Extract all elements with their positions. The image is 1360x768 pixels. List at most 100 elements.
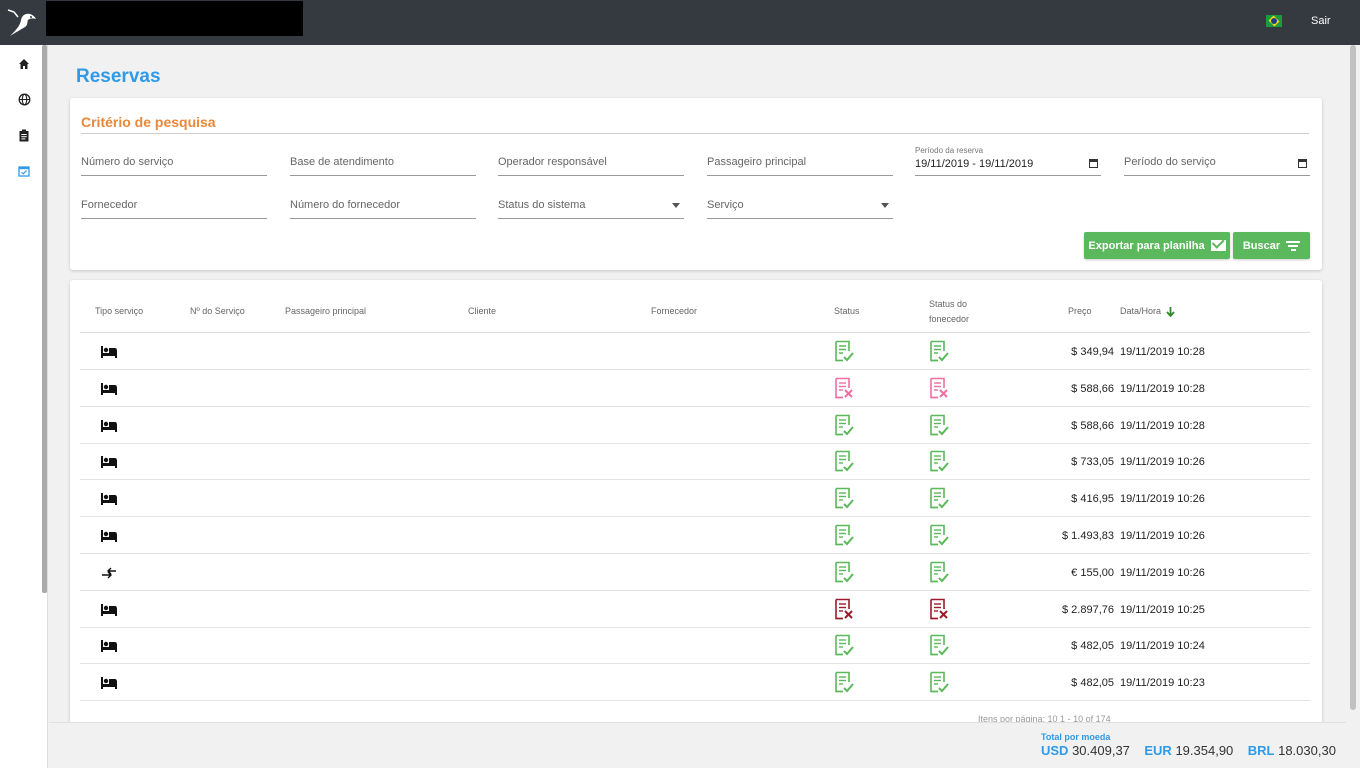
total-currency: BRL [1247, 743, 1275, 758]
supplier-status-ok-icon[interactable] [929, 561, 951, 588]
col-header-client[interactable]: Cliente [468, 304, 496, 319]
supplier-status-ok-icon[interactable] [929, 340, 951, 367]
sidebar [0, 45, 48, 768]
col-header-supplier-status[interactable]: Status do fonecedor [929, 297, 969, 327]
table-row[interactable]: $ 416,95 19/11/2019 10:26 [80, 480, 1310, 518]
table-row[interactable]: $ 588,66 19/11/2019 10:28 [80, 407, 1310, 444]
table-row[interactable]: $ 349,94 19/11/2019 10:28 [80, 333, 1310, 370]
export-spreadsheet-button[interactable]: Exportar para planilha [1084, 232, 1230, 259]
main-passenger-input[interactable]: Passageiro principal [707, 148, 893, 176]
table-row[interactable]: $ 482,05 19/11/2019 10:24 [80, 627, 1310, 665]
supplier-status-ok-icon[interactable] [929, 414, 951, 441]
sidebar-item-reservations[interactable] [14, 161, 34, 181]
col-header-service-type[interactable]: Tipo serviço [95, 304, 143, 319]
totals-values: USD 30.409,37 EUR 19.354,90 BRL 18.030,3… [1041, 743, 1336, 758]
sidebar-scrollbar[interactable] [42, 45, 47, 593]
hotel-bed-icon [101, 676, 117, 694]
search-button-label: Buscar [1242, 239, 1281, 252]
status-error-icon[interactable] [834, 598, 856, 625]
status-ok-icon[interactable] [834, 561, 856, 588]
col-header-price[interactable]: Preço [1068, 304, 1092, 319]
globe-icon [18, 93, 30, 105]
calendar-check-icon [18, 166, 30, 177]
system-status-placeholder: Status do sistema [498, 199, 586, 211]
supplier-status-ok-icon[interactable] [929, 487, 951, 514]
col-header-datetime[interactable]: Data/Hora [1120, 304, 1175, 319]
supplier-status-error-icon[interactable] [929, 598, 951, 625]
table-row[interactable]: € 155,00 19/11/2019 10:26 [80, 554, 1310, 591]
service-base-input[interactable]: Base de atendimento [290, 148, 476, 176]
operator-input[interactable]: Operador responsável [498, 148, 684, 176]
system-status-select[interactable]: Status do sistema [498, 191, 684, 219]
totals-footer: Total por moeda USD 30.409,37 EUR 19.354… [49, 722, 1346, 768]
home-icon [19, 59, 29, 69]
search-button[interactable]: Buscar [1233, 232, 1310, 259]
hotel-bed-icon [101, 529, 117, 547]
calendar-icon[interactable] [1089, 159, 1098, 168]
sort-arrow-down-icon [1166, 306, 1175, 317]
page-scrollbar-thumb[interactable] [1350, 45, 1356, 710]
table-row[interactable]: $ 482,05 19/11/2019 10:23 [80, 664, 1310, 702]
chevron-down-icon [672, 203, 680, 208]
row-price: $ 1.493,83 [1062, 530, 1114, 542]
service-period-placeholder: Período do serviço [1124, 156, 1216, 168]
filter-icon [1286, 240, 1301, 251]
status-cancelled-icon[interactable] [834, 377, 856, 404]
results-card: Tipo serviço Nº do Serviço Passageiro pr… [70, 280, 1322, 730]
table-row[interactable]: $ 588,66 19/11/2019 10:28 [80, 370, 1310, 407]
status-ok-icon[interactable] [834, 487, 856, 514]
table-row[interactable]: $ 2.897,76 19/11/2019 10:25 [80, 591, 1310, 628]
supplier-number-input[interactable]: Número do fornecedor [290, 191, 476, 219]
brand-logo[interactable] [0, 0, 45, 45]
row-datetime: 19/11/2019 10:26 [1120, 566, 1205, 579]
supplier-status-ok-icon[interactable] [929, 450, 951, 477]
row-datetime: 19/11/2019 10:28 [1120, 419, 1205, 432]
table-row[interactable]: $ 1.493,83 19/11/2019 10:26 [80, 517, 1310, 554]
kangaroo-logo-icon [7, 8, 36, 36]
supplier-status-ok-icon[interactable] [929, 634, 951, 661]
row-price: $ 2.897,76 [1062, 603, 1114, 616]
status-ok-icon[interactable] [834, 450, 856, 477]
service-select[interactable]: Serviço [707, 191, 893, 219]
service-number-input[interactable]: Número do serviço [81, 148, 267, 176]
col-header-supplier[interactable]: Fornecedor [651, 304, 697, 319]
row-price: $ 416,95 [1071, 493, 1114, 506]
booking-period-value: 19/11/2019 - 19/11/2019 [915, 158, 1034, 170]
service-base-placeholder: Base de atendimento [290, 156, 394, 168]
status-ok-icon[interactable] [834, 340, 856, 367]
supplier-status-cancelled-icon[interactable] [929, 377, 951, 404]
brazil-flag-icon[interactable] [1266, 15, 1282, 27]
supplier-status-ok-icon[interactable] [929, 671, 951, 698]
hotel-bed-icon [101, 455, 117, 473]
export-button-label: Exportar para planilha [1088, 239, 1205, 252]
sidebar-item-globe[interactable] [14, 89, 34, 109]
row-datetime: 19/11/2019 10:28 [1120, 346, 1205, 358]
page-scrollbar[interactable] [1346, 45, 1360, 768]
row-price: $ 733,05 [1071, 456, 1114, 469]
row-datetime: 19/11/2019 10:28 [1120, 382, 1205, 395]
booking-period-input[interactable]: Período da reserva 19/11/2019 - 19/11/20… [915, 146, 1101, 176]
row-price: $ 588,66 [1071, 419, 1114, 432]
col-header-status[interactable]: Status [834, 304, 860, 319]
col-header-main-passenger[interactable]: Passageiro principal [285, 304, 366, 319]
sidebar-item-clipboard[interactable] [14, 125, 34, 145]
total-value: 18.030,30 [1278, 743, 1336, 758]
col-header-service-number[interactable]: Nº do Serviço [190, 304, 245, 319]
search-criteria-card: Critério de pesquisa Número do serviço B… [70, 98, 1322, 270]
status-ok-icon[interactable] [834, 524, 856, 551]
hotel-bed-icon [101, 603, 117, 621]
row-datetime: 19/11/2019 10:23 [1120, 677, 1205, 690]
hotel-bed-icon [101, 639, 117, 657]
service-period-input[interactable]: Período do serviço [1124, 148, 1310, 176]
calendar-icon[interactable] [1298, 159, 1307, 168]
supplier-status-ok-icon[interactable] [929, 524, 951, 551]
status-ok-icon[interactable] [834, 671, 856, 698]
logout-link[interactable]: Sair [1311, 15, 1331, 27]
table-row[interactable]: $ 733,05 19/11/2019 10:26 [80, 443, 1310, 481]
status-ok-icon[interactable] [834, 634, 856, 661]
hotel-bed-icon [101, 345, 117, 363]
status-ok-icon[interactable] [834, 414, 856, 441]
supplier-input[interactable]: Fornecedor [81, 191, 267, 219]
supplier-number-placeholder: Número do fornecedor [290, 199, 401, 211]
sidebar-item-home[interactable] [14, 54, 34, 74]
